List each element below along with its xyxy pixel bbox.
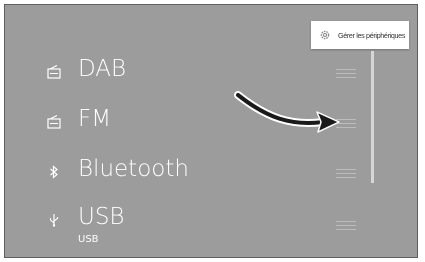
reorder-handle-icon[interactable] [336,169,356,179]
reorder-handle-icon[interactable] [336,119,356,129]
reorder-handle-icon[interactable] [336,69,356,79]
source-label: USB [78,204,125,230]
gear-icon [320,30,330,40]
source-label: Bluetooth [78,156,189,182]
manage-devices-label: Gérer les périphériques [338,30,406,40]
source-sublabel: USB [78,234,99,245]
source-item-bluetooth[interactable]: Bluetooth [5,145,356,195]
source-item-dab[interactable]: DAB [5,45,356,95]
radio-icon [47,65,61,79]
usb-icon [49,214,59,227]
source-item-usb[interactable]: USB USB [5,197,356,247]
scrollbar[interactable] [371,51,374,183]
source-label: FM [78,106,112,132]
bluetooth-icon [50,165,58,179]
audio-source-screen: Gérer les périphériques DAB FM Bluetooth [4,4,418,258]
reorder-handle-icon[interactable] [336,221,356,231]
source-label: DAB [78,56,127,82]
radio-icon [47,115,61,129]
source-item-fm[interactable]: FM [5,95,356,145]
